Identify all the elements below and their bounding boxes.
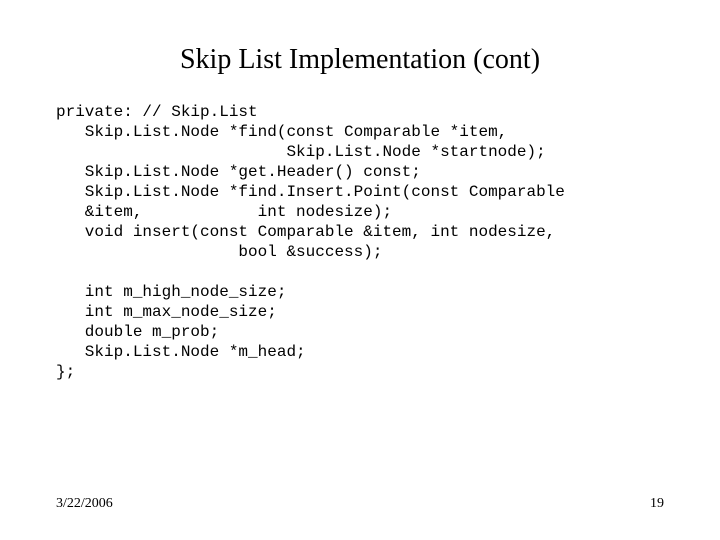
- slide: Skip List Implementation (cont) private:…: [0, 0, 720, 540]
- code-line: Skip.List.Node *startnode);: [56, 143, 546, 161]
- code-line: bool &success);: [56, 243, 382, 261]
- code-line: };: [56, 363, 75, 381]
- code-line: Skip.List.Node *find.Insert.Point(const …: [56, 183, 565, 201]
- code-line: Skip.List.Node *find(const Comparable *i…: [56, 123, 507, 141]
- code-line: int m_max_node_size;: [56, 303, 277, 321]
- code-line: int m_high_node_size;: [56, 283, 286, 301]
- code-line: void insert(const Comparable &item, int …: [56, 223, 555, 241]
- code-line: &item, int nodesize);: [56, 203, 392, 221]
- code-block: private: // Skip.List Skip.List.Node *fi…: [56, 102, 664, 382]
- footer-date: 3/22/2006: [56, 496, 113, 512]
- footer-page-number: 19: [650, 496, 664, 512]
- code-line: Skip.List.Node *get.Header() const;: [56, 163, 421, 181]
- code-line: double m_prob;: [56, 323, 219, 341]
- code-line: private: // Skip.List: [56, 103, 258, 121]
- slide-title: Skip List Implementation (cont): [56, 44, 664, 76]
- code-line: Skip.List.Node *m_head;: [56, 343, 306, 361]
